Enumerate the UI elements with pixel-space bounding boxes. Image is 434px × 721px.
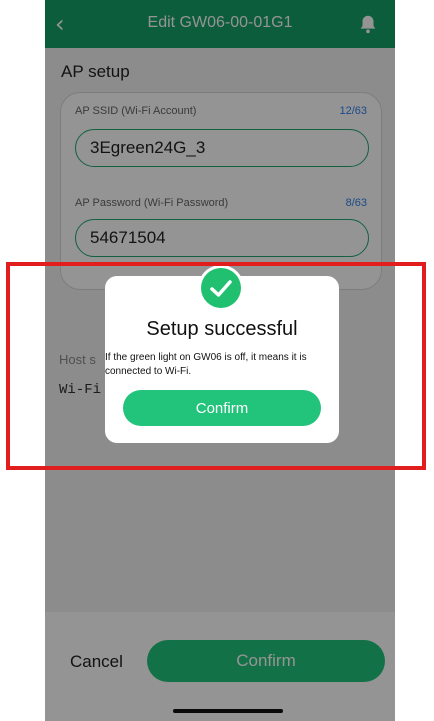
annotation-highlight-box (6, 262, 426, 470)
